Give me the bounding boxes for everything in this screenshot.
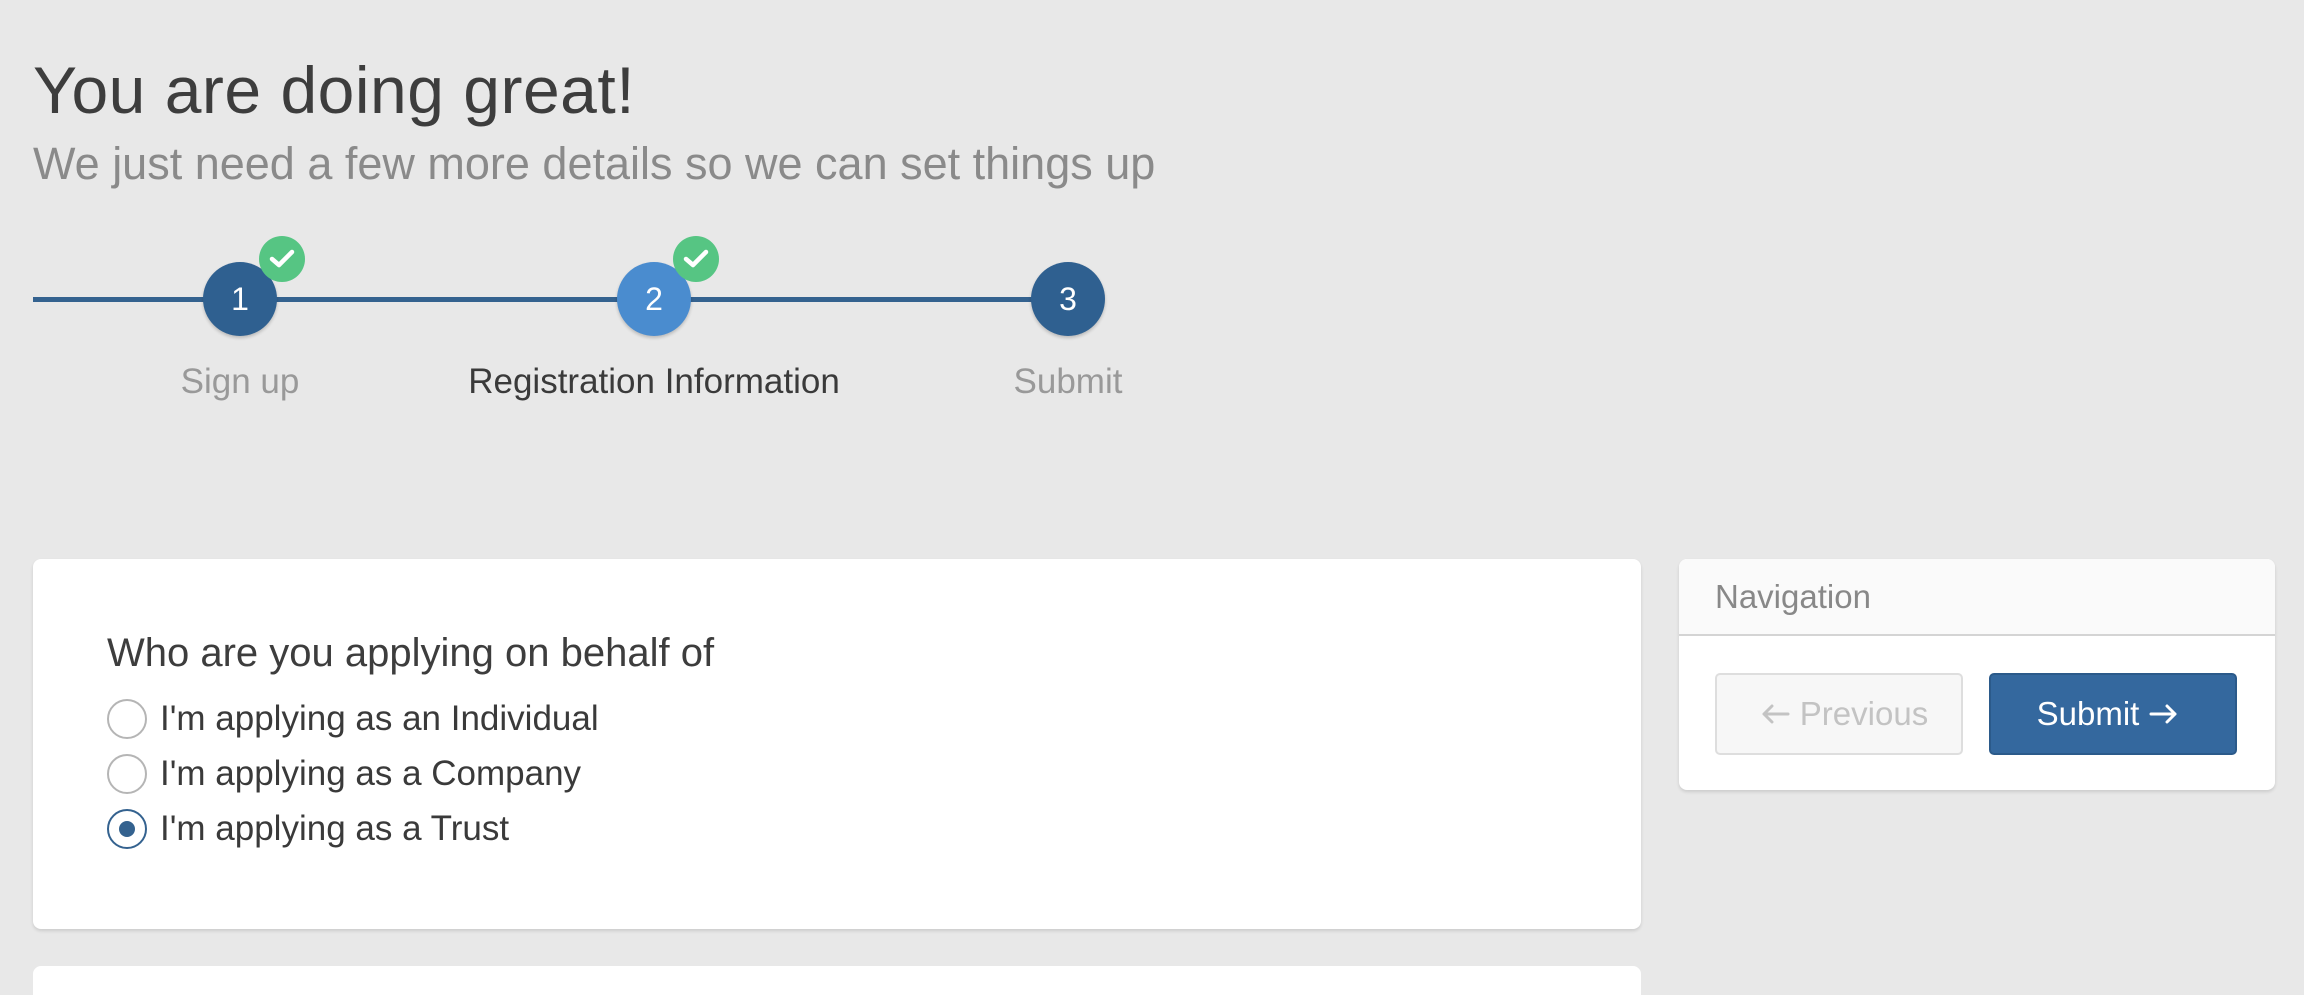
stepper-track [33,297,1068,302]
next-section-card [33,966,1641,995]
applicant-type-card: Who are you applying on behalf of I'm ap… [33,559,1641,929]
radio-option-individual[interactable]: I'm applying as an Individual [107,697,599,741]
navigation-title: Navigation [1679,559,2275,636]
radio-label-company: I'm applying as a Company [160,754,582,793]
step-2-number: 2 [645,280,663,317]
applicant-type-question: Who are you applying on behalf of [107,631,715,675]
arrow-right-icon [2149,695,2179,733]
step-1-number: 1 [231,280,249,317]
step-3-circle[interactable]: 3 [1031,262,1105,336]
radio-individual[interactable] [107,699,147,739]
registration-page: You are doing great! We just need a few … [0,0,2304,995]
progress-stepper: 1 Sign up 2 Registration Information 3 S… [0,0,2304,420]
step-3-label: Submit [1013,362,1123,401]
previous-button[interactable]: Previous [1715,673,1963,755]
arrow-left-icon [1760,695,1790,733]
submit-button-label: Submit [2036,695,2140,732]
radio-option-trust[interactable]: I'm applying as a Trust [107,807,509,851]
step-1-label: Sign up [180,362,300,401]
radio-label-trust: I'm applying as a Trust [160,809,510,848]
radio-trust[interactable] [107,809,147,849]
radio-label-individual: I'm applying as an Individual [160,699,599,738]
check-icon [673,236,719,282]
radio-company[interactable] [107,754,147,794]
step-2-label: Registration Information [468,362,840,401]
step-3-number: 3 [1059,280,1077,317]
check-icon [259,236,305,282]
previous-button-label: Previous [1799,695,1929,732]
radio-option-company[interactable]: I'm applying as a Company [107,752,581,796]
submit-button[interactable]: Submit [1989,673,2237,755]
navigation-panel: Navigation Previous Submit [1679,559,2275,790]
